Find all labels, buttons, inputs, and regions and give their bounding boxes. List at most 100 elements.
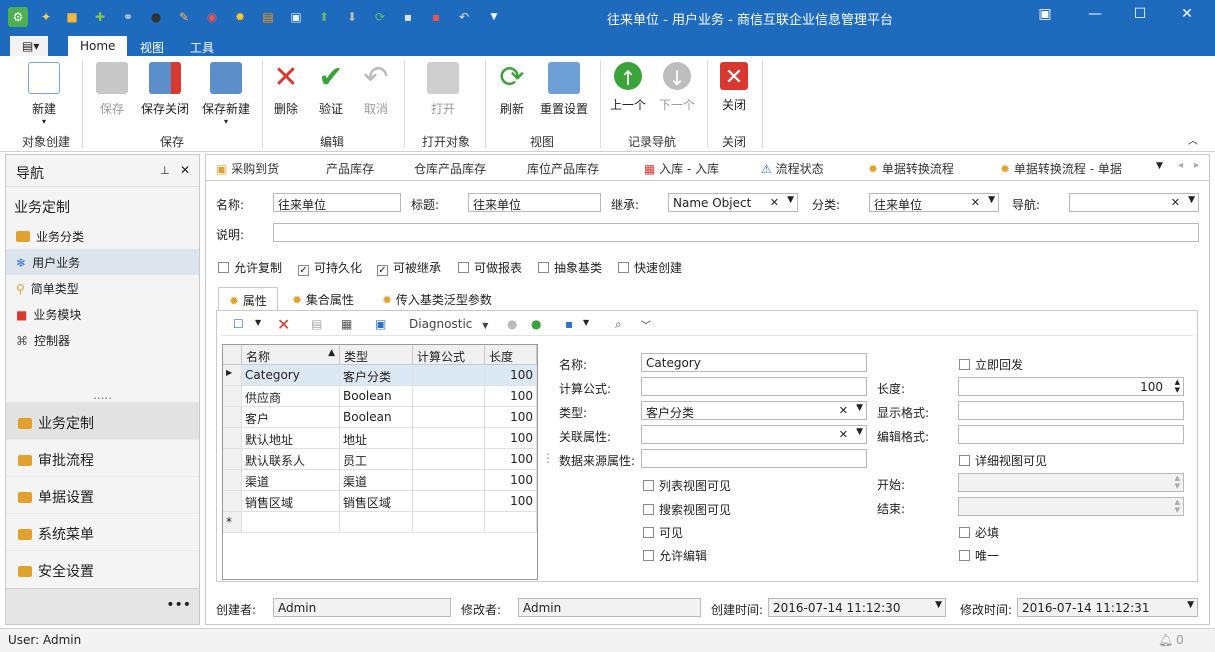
app-menu-button[interactable]: ▤▾ [10, 36, 48, 56]
diagnostic-dropdown[interactable]: Diagnostic ▼ [409, 317, 488, 331]
required-checkbox[interactable]: 必填 [959, 524, 999, 541]
new-item-icon[interactable]: ☐ [233, 317, 244, 331]
visible-checkbox[interactable]: 可见 [643, 524, 683, 541]
abstract-checkbox[interactable]: 抽象基类 [538, 259, 602, 276]
tab-view[interactable]: 视图 [128, 36, 176, 56]
doc-tab[interactable]: ✹ 单据转换流程 - 单据 [1000, 160, 1132, 180]
chevron-down-icon[interactable]: ▼ [856, 403, 863, 413]
clear-icon[interactable]: ✕ [839, 428, 848, 441]
chevron-down-icon[interactable]: ▼ [583, 318, 589, 327]
name-field[interactable]: 往来单位 [273, 193, 401, 212]
undo-icon[interactable]: ↶ [454, 7, 474, 27]
detail-datasrc-field[interactable] [641, 449, 867, 468]
table-cell[interactable]: 默认联系人 [242, 449, 340, 470]
column-header-type[interactable]: 类型 [340, 345, 413, 365]
category-combo[interactable]: 往来单位 ✕ ▼ [869, 193, 999, 212]
new-row-cell[interactable] [242, 512, 340, 533]
spinner-arrows-icon[interactable]: ▲ ▼ [1175, 498, 1180, 514]
detail-formula-field[interactable] [641, 377, 867, 396]
desc-field[interactable] [273, 223, 1199, 242]
open-button[interactable]: 打开 [413, 62, 473, 117]
nav-group-system-menu[interactable]: 系统菜单 [6, 513, 199, 550]
table-cell[interactable]: 默认地址 [242, 428, 340, 449]
chevron-down-icon[interactable]: ▼ [856, 427, 863, 437]
row-indicator[interactable]: ▶ [223, 365, 242, 386]
detail-type-combo[interactable]: 客户分类 ✕ ▼ [641, 401, 867, 420]
new-row-indicator[interactable]: * [223, 512, 242, 533]
reset-settings-button[interactable]: 重置设置 [534, 62, 594, 117]
table-cell[interactable]: 100 [485, 491, 537, 512]
table-cell[interactable]: 100 [485, 470, 537, 491]
row-indicator[interactable] [223, 428, 242, 449]
doc-tab[interactable]: ▦ 入库 - 入库 [644, 160, 719, 180]
detail-name-field[interactable]: Category [641, 353, 867, 372]
refresh-button[interactable]: ⟳ 刷新 [482, 62, 542, 117]
maximize-button[interactable]: ☐ [1125, 6, 1155, 22]
copy-icon[interactable]: ▤ [311, 317, 322, 331]
row-indicator[interactable] [223, 470, 242, 491]
quick-access-icon[interactable]: ✦ [36, 7, 56, 27]
new-row-cell[interactable] [485, 512, 537, 533]
table-cell[interactable]: 客户分类 [340, 365, 413, 386]
save-new-button[interactable]: 保存新建 ▾ [196, 62, 256, 126]
doc-tab[interactable]: ⚠ 流程状态 [761, 160, 824, 180]
search-icon[interactable]: ⌕ [615, 317, 622, 332]
nav-item-controller[interactable]: ⌘ 控制器 [6, 327, 199, 353]
new-row-cell[interactable] [413, 512, 485, 533]
clear-icon[interactable]: ✕ [1171, 196, 1180, 209]
refresh-icon[interactable]: ⟳ [370, 7, 390, 27]
row-indicator[interactable] [223, 449, 242, 470]
clear-icon[interactable]: ✕ [971, 196, 980, 209]
customize-dropdown-icon[interactable]: ▼ [484, 7, 504, 27]
close-panel-icon[interactable]: ✕ [180, 163, 190, 177]
table-cell[interactable]: 100 [485, 386, 537, 407]
spinner-arrows-icon[interactable]: ▲ ▼ [1175, 474, 1180, 490]
down-icon[interactable]: ⬇ [342, 7, 362, 27]
column-header-name[interactable]: 名称 ▲ [242, 345, 340, 365]
row-indicator[interactable] [223, 407, 242, 428]
minimize-button[interactable]: — [1080, 6, 1110, 22]
save-button[interactable]: 保存 [82, 62, 142, 117]
nav-item-user-business[interactable]: ❄ 用户业务 [6, 249, 199, 275]
table-cell[interactable] [413, 407, 485, 428]
tab-scroll-right-icon[interactable]: ▸ [1194, 160, 1199, 171]
chevron-down-icon[interactable]: ﹀ [641, 317, 651, 332]
chevron-down-icon[interactable]: ▼ [255, 318, 261, 327]
nav-item-simple-type[interactable]: ⚲ 简单类型 [6, 275, 199, 301]
cancel-button[interactable]: ↶ 取消 [346, 62, 406, 117]
table-cell[interactable]: 100 [485, 449, 537, 470]
quick-create-checkbox[interactable]: 快速创建 [618, 259, 682, 276]
tools-icon[interactable]: ✚ [90, 7, 110, 27]
table-cell[interactable]: Boolean [340, 386, 413, 407]
start-spinner[interactable]: ▲ ▼ [958, 473, 1184, 492]
end-spinner[interactable]: ▲ ▼ [958, 497, 1184, 516]
nav-item-module[interactable]: ■ 业务模块 [6, 301, 199, 327]
nav-group-documents[interactable]: 单据设置 [6, 476, 199, 513]
table-cell[interactable]: Category [242, 365, 340, 386]
nav-group-business-custom[interactable]: 业务定制 [6, 402, 199, 439]
up-icon[interactable]: ⬆ [314, 7, 334, 27]
title-field[interactable]: 往来单位 [468, 193, 601, 212]
new-button[interactable]: 新建 ▾ [14, 62, 74, 126]
immediate-postback-checkbox[interactable]: 立即回发 [959, 356, 1023, 373]
app-icon[interactable]: ⚙ [8, 7, 28, 27]
delete-icon[interactable]: ✕ [277, 315, 290, 334]
tab-collection-properties[interactable]: ✹ 集合属性 [282, 287, 364, 311]
bell-icon[interactable]: 🔔︎ [1158, 633, 1173, 647]
table-cell[interactable]: 渠道 [340, 470, 413, 491]
table-cell[interactable]: 渠道 [242, 470, 340, 491]
nav-combo[interactable]: ✕ ▼ [1069, 193, 1199, 212]
detail-rel-combo[interactable]: ✕ ▼ [641, 425, 867, 444]
search-visible-checkbox[interactable]: 搜索视图可见 [643, 501, 731, 518]
splitter-handle[interactable]: ⋮ [542, 451, 554, 465]
column-header-length[interactable]: 长度 [485, 345, 537, 365]
user-icon[interactable]: ● [146, 7, 166, 27]
tab-tools[interactable]: 工具 [178, 36, 226, 56]
splitter-handle[interactable]: ..... [6, 388, 199, 402]
tab-scroll-left-icon[interactable]: ◂ [1178, 160, 1183, 171]
table-cell[interactable] [413, 386, 485, 407]
table-cell[interactable]: 100 [485, 428, 537, 449]
doc-tab[interactable]: ▣ 采购到货 [216, 160, 279, 180]
table-cell[interactable] [413, 365, 485, 386]
move-down-icon[interactable]: ● [531, 317, 541, 331]
